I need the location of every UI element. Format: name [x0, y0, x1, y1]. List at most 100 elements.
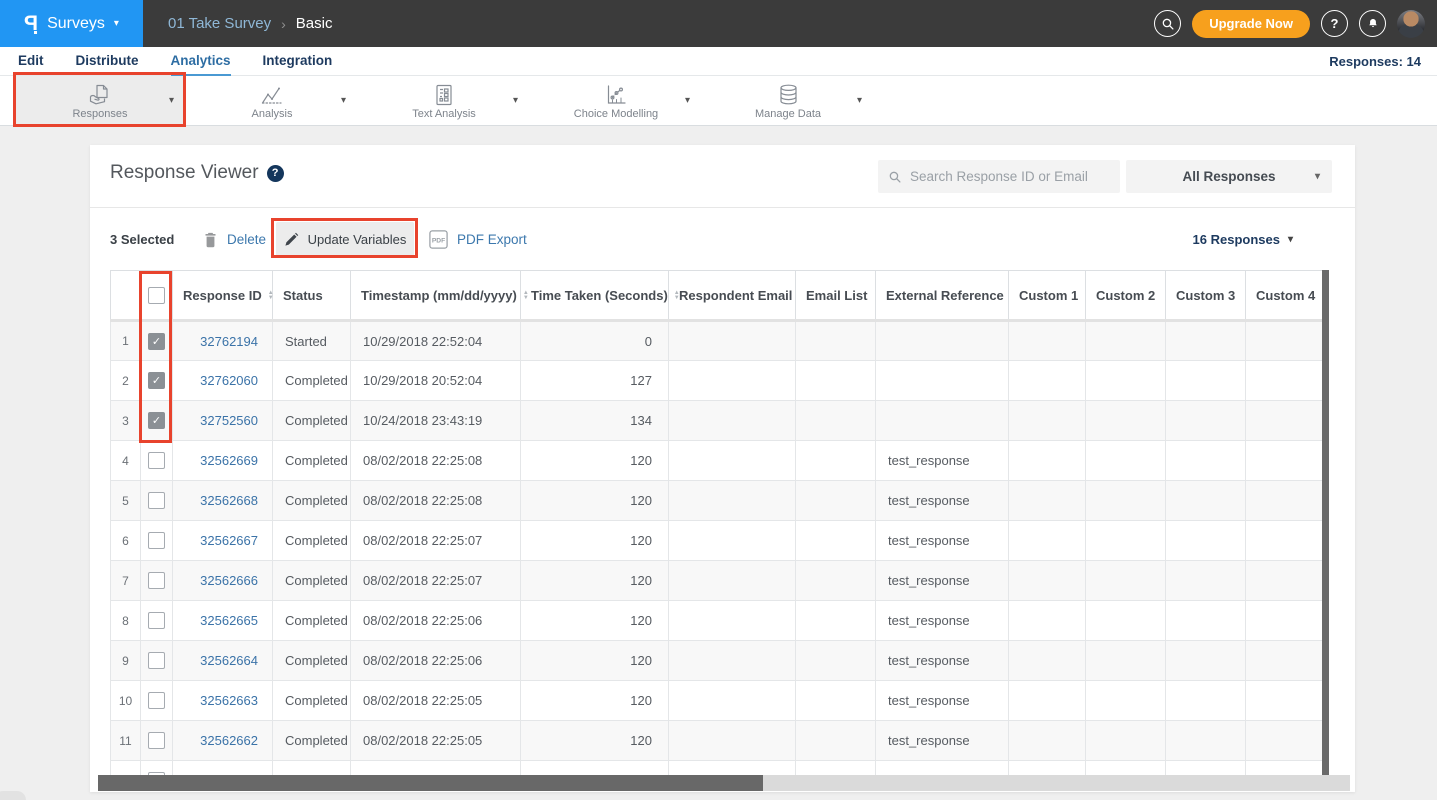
- cell-response-id[interactable]: 32762060: [173, 361, 273, 401]
- cell-timestamp-mm-dd-yyyy: 10/29/2018 22:52:04: [351, 321, 521, 361]
- chevron-down-icon[interactable]: ▾: [341, 95, 346, 106]
- breadcrumb-page-name: Basic: [296, 15, 333, 32]
- cell-custom-2: [1086, 601, 1166, 641]
- search-input[interactable]: [910, 169, 1120, 184]
- horizontal-scrollbar-track[interactable]: [98, 775, 1350, 791]
- row-checkbox[interactable]: [148, 612, 165, 629]
- cell-response-id[interactable]: 32562668: [173, 481, 273, 521]
- row-checkbox[interactable]: ✓: [148, 372, 165, 389]
- toolbar-item-analysis[interactable]: Analysis ▾: [188, 76, 356, 126]
- page-size-dropdown[interactable]: 16 Responses ▾: [1193, 232, 1293, 247]
- row-checkbox[interactable]: [148, 452, 165, 469]
- row-checkbox[interactable]: ✓: [148, 333, 165, 350]
- cell-custom-1: [1009, 641, 1086, 681]
- row-checkbox[interactable]: ✓: [148, 412, 165, 429]
- column-label: External Reference: [886, 288, 1004, 303]
- sort-icon[interactable]: ▲▼: [523, 291, 529, 301]
- row-checkbox[interactable]: [148, 572, 165, 589]
- help-button[interactable]: ?: [1321, 10, 1348, 37]
- cell-respondent-email: [669, 681, 796, 721]
- notifications-button[interactable]: [1359, 10, 1386, 37]
- cell-response-id[interactable]: 32562669: [173, 441, 273, 481]
- column-label: Email List: [806, 288, 867, 303]
- app-menu-label: Surveys: [47, 15, 105, 33]
- column-header-external-reference: External Reference: [876, 271, 1009, 321]
- cell-status: [273, 761, 351, 776]
- cell-timestamp-mm-dd-yyyy: 08/02/2018 22:25:07: [351, 561, 521, 601]
- cell-custom-4: [1246, 561, 1323, 601]
- row-checkbox[interactable]: [148, 692, 165, 709]
- toolbar-item-text-analysis[interactable]: Text Analysis ▾: [360, 76, 528, 126]
- toolbar-item-choice-modelling[interactable]: Choice Modelling ▾: [532, 76, 700, 126]
- nav-item-analytics[interactable]: Analytics: [171, 47, 231, 76]
- cell-response-id[interactable]: 32762194: [173, 321, 273, 361]
- pdf-export-button[interactable]: PDF PDF Export: [428, 224, 527, 254]
- nav-item-edit[interactable]: Edit: [18, 47, 44, 76]
- vertical-scrollbar[interactable]: [1322, 270, 1329, 775]
- cell-response-id[interactable]: 32562667: [173, 521, 273, 561]
- row-checkbox[interactable]: [148, 492, 165, 509]
- horizontal-scrollbar-thumb[interactable]: [98, 775, 763, 791]
- table-row: 532562668Completed08/02/2018 22:25:08120…: [111, 481, 1323, 521]
- cell-external-reference: [876, 401, 1009, 441]
- cell-response-id[interactable]: 32562665: [173, 601, 273, 641]
- cell-response-id[interactable]: 32562662: [173, 721, 273, 761]
- delete-button[interactable]: Delete: [203, 225, 266, 253]
- nav-item-integration[interactable]: Integration: [263, 47, 333, 76]
- survey-nav: Edit Distribute Analytics Integration Re…: [0, 47, 1437, 76]
- update-variables-button[interactable]: Update Variables: [276, 222, 414, 256]
- row-checkbox[interactable]: [148, 732, 165, 749]
- nav-item-distribute[interactable]: Distribute: [76, 47, 139, 76]
- select-all-checkbox[interactable]: [148, 287, 165, 304]
- user-avatar[interactable]: [1397, 10, 1425, 38]
- app-menu-surveys[interactable]: P Surveys ▾: [0, 0, 143, 47]
- cell-response-id[interactable]: 32562664: [173, 641, 273, 681]
- cell-custom-3: [1166, 441, 1246, 481]
- cell-status: Completed: [273, 721, 351, 761]
- help-badge[interactable]: ?: [267, 165, 284, 182]
- cell-response-id[interactable]: 32752560: [173, 401, 273, 441]
- cell-custom-3: [1166, 601, 1246, 641]
- chevron-down-icon: ▾: [1315, 172, 1320, 182]
- column-header-timestamp-mm-dd-yyyy[interactable]: Timestamp (mm/dd/yyyy)▲▼: [351, 271, 521, 321]
- cell-custom-1: [1009, 441, 1086, 481]
- cell-custom-3: [1166, 401, 1246, 441]
- cell-response-id[interactable]: 32562666: [173, 561, 273, 601]
- cell-time-taken-seconds: 120: [521, 521, 669, 561]
- response-viewer-card: Response Viewer ? All Responses ▾ 3 Sele…: [90, 145, 1355, 792]
- cell-email-list: [796, 681, 876, 721]
- row-select-cell: ✓: [141, 361, 173, 401]
- cell-response-id[interactable]: 32562663: [173, 681, 273, 721]
- search-button[interactable]: [1154, 10, 1181, 37]
- page-title: Response Viewer: [110, 162, 259, 184]
- cell-email-list: [796, 321, 876, 361]
- cell-time-taken-seconds: 120: [521, 481, 669, 521]
- row-select-cell: [141, 441, 173, 481]
- cell-email-list: [796, 601, 876, 641]
- column-header-time-taken-seconds[interactable]: Time Taken (Seconds)▲▼: [521, 271, 669, 321]
- chevron-down-icon[interactable]: ▾: [857, 95, 862, 106]
- cell-custom-3: [1166, 521, 1246, 561]
- response-filter-dropdown[interactable]: All Responses ▾: [1126, 160, 1332, 193]
- chevron-down-icon[interactable]: ▾: [513, 95, 518, 106]
- cell-custom-1: [1009, 481, 1086, 521]
- column-header-response-id[interactable]: Response ID ▲▼: [173, 271, 273, 321]
- cell-status: Completed: [273, 441, 351, 481]
- column-label: Response ID: [183, 288, 262, 303]
- sort-icon[interactable]: ▲▼: [268, 291, 274, 301]
- cell-external-reference: test_response: [876, 441, 1009, 481]
- cell-timestamp-mm-dd-yyyy: 10/29/2018 20:52:04: [351, 361, 521, 401]
- upgrade-now-button[interactable]: Upgrade Now: [1192, 10, 1310, 38]
- table-row: 2✓32762060Completed10/29/2018 20:52:0412…: [111, 361, 1323, 401]
- breadcrumb-survey-name[interactable]: 01 Take Survey: [168, 15, 271, 32]
- column-header-custom-4: Custom 4: [1246, 271, 1323, 321]
- row-checkbox[interactable]: [148, 532, 165, 549]
- toolbar-item-manage-data[interactable]: Manage Data ▾: [704, 76, 872, 126]
- row-checkbox[interactable]: [148, 652, 165, 669]
- toolbar-item-responses[interactable]: Responses ▾: [16, 76, 184, 126]
- chevron-down-icon[interactable]: ▾: [685, 95, 690, 106]
- cell-respondent-email: [669, 641, 796, 681]
- cell-timestamp-mm-dd-yyyy: 08/02/2018 22:25:05: [351, 681, 521, 721]
- cell-status: Completed: [273, 561, 351, 601]
- chevron-down-icon[interactable]: ▾: [169, 95, 174, 106]
